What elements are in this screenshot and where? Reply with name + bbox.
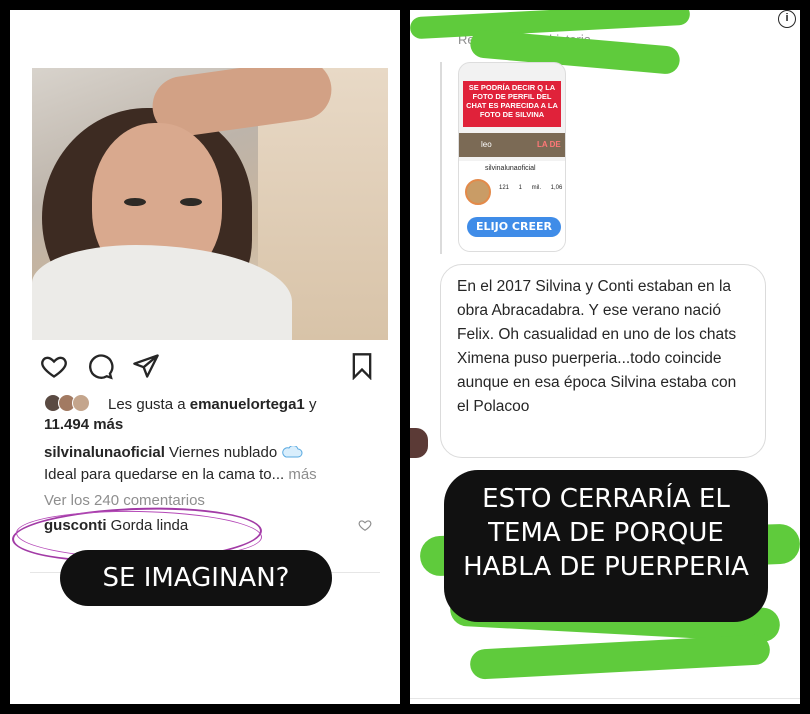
story-strip-right: LA DE xyxy=(537,140,561,149)
bookmark-icon[interactable] xyxy=(348,352,376,380)
comment-icon[interactable] xyxy=(86,352,114,380)
comment-row: gusconti Gorda linda xyxy=(44,517,188,534)
story-profile-avatar xyxy=(465,179,491,205)
sender-avatar xyxy=(410,428,428,458)
likes-prefix: Les gusta a xyxy=(108,396,186,413)
heart-icon[interactable] xyxy=(40,352,68,380)
comment-text: Gorda linda xyxy=(110,517,189,534)
story-preview[interactable]: SE PODRÍA DECIR Q LA FOTO DE PERFIL DEL … xyxy=(458,62,566,252)
overlay-caption-right: ESTO CERRARÍA EL TEMA DE PORQUE HABLA DE… xyxy=(444,470,768,622)
info-icon[interactable]: i xyxy=(778,10,796,28)
story-strip: leo LA DE xyxy=(459,133,565,157)
story-sticker: SE PODRÍA DECIR Q LA FOTO DE PERFIL DEL … xyxy=(463,81,561,127)
liker-avatars xyxy=(44,394,102,412)
reply-thread-line xyxy=(440,62,442,254)
message-bubble: En el 2017 Silvina y Conti estaban en la… xyxy=(440,264,766,458)
caption-line2: Ideal para quedarse en la cama to... xyxy=(44,466,285,483)
story-profile-card: silvinalunaoficial 121 1 mil. 1,06 ELIJO… xyxy=(459,161,565,251)
comment-user[interactable]: gusconti xyxy=(44,517,107,534)
share-icon[interactable] xyxy=(132,352,160,380)
view-comments-link[interactable]: Ver los 240 comentarios xyxy=(44,492,205,509)
scribble-bottom xyxy=(469,634,771,680)
story-profile-name: silvinalunaoficial xyxy=(485,165,536,172)
caption-text: Viernes nublado xyxy=(169,444,278,461)
comment-like-icon[interactable] xyxy=(358,518,372,532)
post-caption: silvinalunaoficial Viernes nublado Ideal… xyxy=(44,442,384,486)
likes-connector: y xyxy=(308,396,317,413)
cloud-icon xyxy=(282,445,303,458)
caption-user[interactable]: silvinalunaoficial xyxy=(44,444,165,461)
story-strip-left: leo xyxy=(481,140,492,149)
caption-more-link[interactable]: más xyxy=(288,466,316,483)
post-photo xyxy=(32,68,388,340)
right-dm-panel: i Respondió a tu historia SE PODRÍA DECI… xyxy=(410,10,800,704)
likes-line: Les gusta a emanuelortega1 y 11.494 más xyxy=(44,394,384,435)
post-actions xyxy=(40,352,380,382)
bottom-divider xyxy=(410,698,800,699)
likes-user[interactable]: emanuelortega1 xyxy=(190,396,305,413)
elijo-creer-sticker: ELIJO CREER xyxy=(467,217,561,237)
overlay-caption-left: SE IMAGINAN? xyxy=(60,550,332,606)
likes-count[interactable]: 11.494 más xyxy=(44,416,123,433)
left-post-panel: Les gusta a emanuelortega1 y 11.494 más … xyxy=(10,10,400,704)
story-profile-stats: 121 1 mil. 1,06 xyxy=(499,185,563,191)
